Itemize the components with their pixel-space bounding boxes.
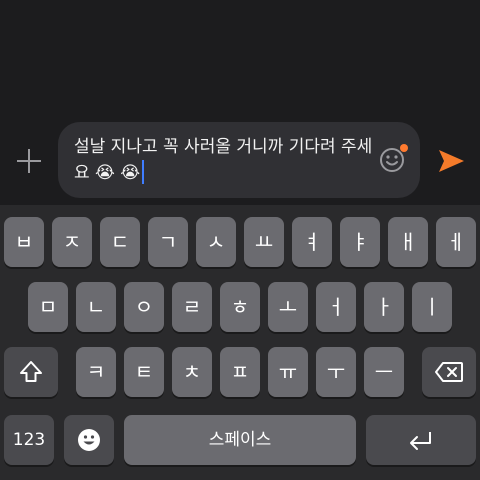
space-key[interactable]: 스페이스	[124, 415, 356, 465]
key-20[interactable]: ㅋ	[76, 347, 116, 397]
key-19[interactable]: ㅣ	[412, 282, 452, 332]
key-4[interactable]: ㄱ	[148, 217, 188, 267]
send-button[interactable]	[434, 144, 468, 178]
key-7[interactable]: ㅕ	[292, 217, 332, 267]
key-11[interactable]: ㅁ	[28, 282, 68, 332]
backspace-key[interactable]	[422, 347, 476, 397]
key-14[interactable]: ㄹ	[172, 282, 212, 332]
key-18[interactable]: ㅏ	[364, 282, 404, 332]
emoji-key[interactable]	[64, 415, 114, 465]
key-3[interactable]: ㄷ	[100, 217, 140, 267]
chat-area: 설날 지나고 꼭 사러올 거니까 기다려 주세요 😭 😭	[0, 0, 480, 205]
key-24[interactable]: ㅠ	[268, 347, 308, 397]
key-12[interactable]: ㄴ	[76, 282, 116, 332]
key-23[interactable]: ㅍ	[220, 347, 260, 397]
key-22[interactable]: ㅊ	[172, 347, 212, 397]
add-attachment-button[interactable]	[14, 146, 44, 176]
emoji-face-icon	[78, 429, 100, 451]
numbers-key[interactable]: 123	[4, 415, 54, 465]
shift-key[interactable]	[4, 347, 58, 397]
message-composer[interactable]: 설날 지나고 꼭 사러올 거니까 기다려 주세요 😭 😭	[58, 122, 420, 198]
key-13[interactable]: ㅇ	[124, 282, 164, 332]
key-17[interactable]: ㅓ	[316, 282, 356, 332]
key-10[interactable]: ㅔ	[436, 217, 476, 267]
key-6[interactable]: ㅛ	[244, 217, 284, 267]
key-8[interactable]: ㅑ	[340, 217, 380, 267]
key-5[interactable]: ㅅ	[196, 217, 236, 267]
key-1[interactable]: ㅂ	[4, 217, 44, 267]
key-26[interactable]: ㅡ	[364, 347, 404, 397]
return-icon	[410, 432, 431, 450]
key-2[interactable]: ㅈ	[52, 217, 92, 267]
message-text: 설날 지나고 꼭 사러올 거니까 기다려 주세요 😭 😭	[74, 137, 373, 183]
plus-icon	[17, 149, 41, 173]
key-15[interactable]: ㅎ	[220, 282, 260, 332]
key-25[interactable]: ㅜ	[316, 347, 356, 397]
message-input[interactable]: 설날 지나고 꼭 사러올 거니까 기다려 주세요 😭 😭	[74, 134, 374, 186]
key-9[interactable]: ㅐ	[388, 217, 428, 267]
return-key[interactable]	[366, 415, 476, 465]
shift-icon	[20, 361, 42, 382]
korean-keyboard: ㅂ ㅈ ㄷ ㄱ ㅅ ㅛ ㅕ ㅑ ㅐ ㅔ ㅁ ㄴ ㅇ ㄹ ㅎ ㅗ ㅓ ㅏ ㅣ ㅋ …	[0, 205, 480, 480]
key-21[interactable]: ㅌ	[124, 347, 164, 397]
send-icon	[439, 150, 464, 172]
key-16[interactable]: ㅗ	[268, 282, 308, 332]
backspace-icon	[435, 362, 463, 382]
text-caret	[142, 160, 145, 184]
notification-dot	[400, 144, 408, 152]
